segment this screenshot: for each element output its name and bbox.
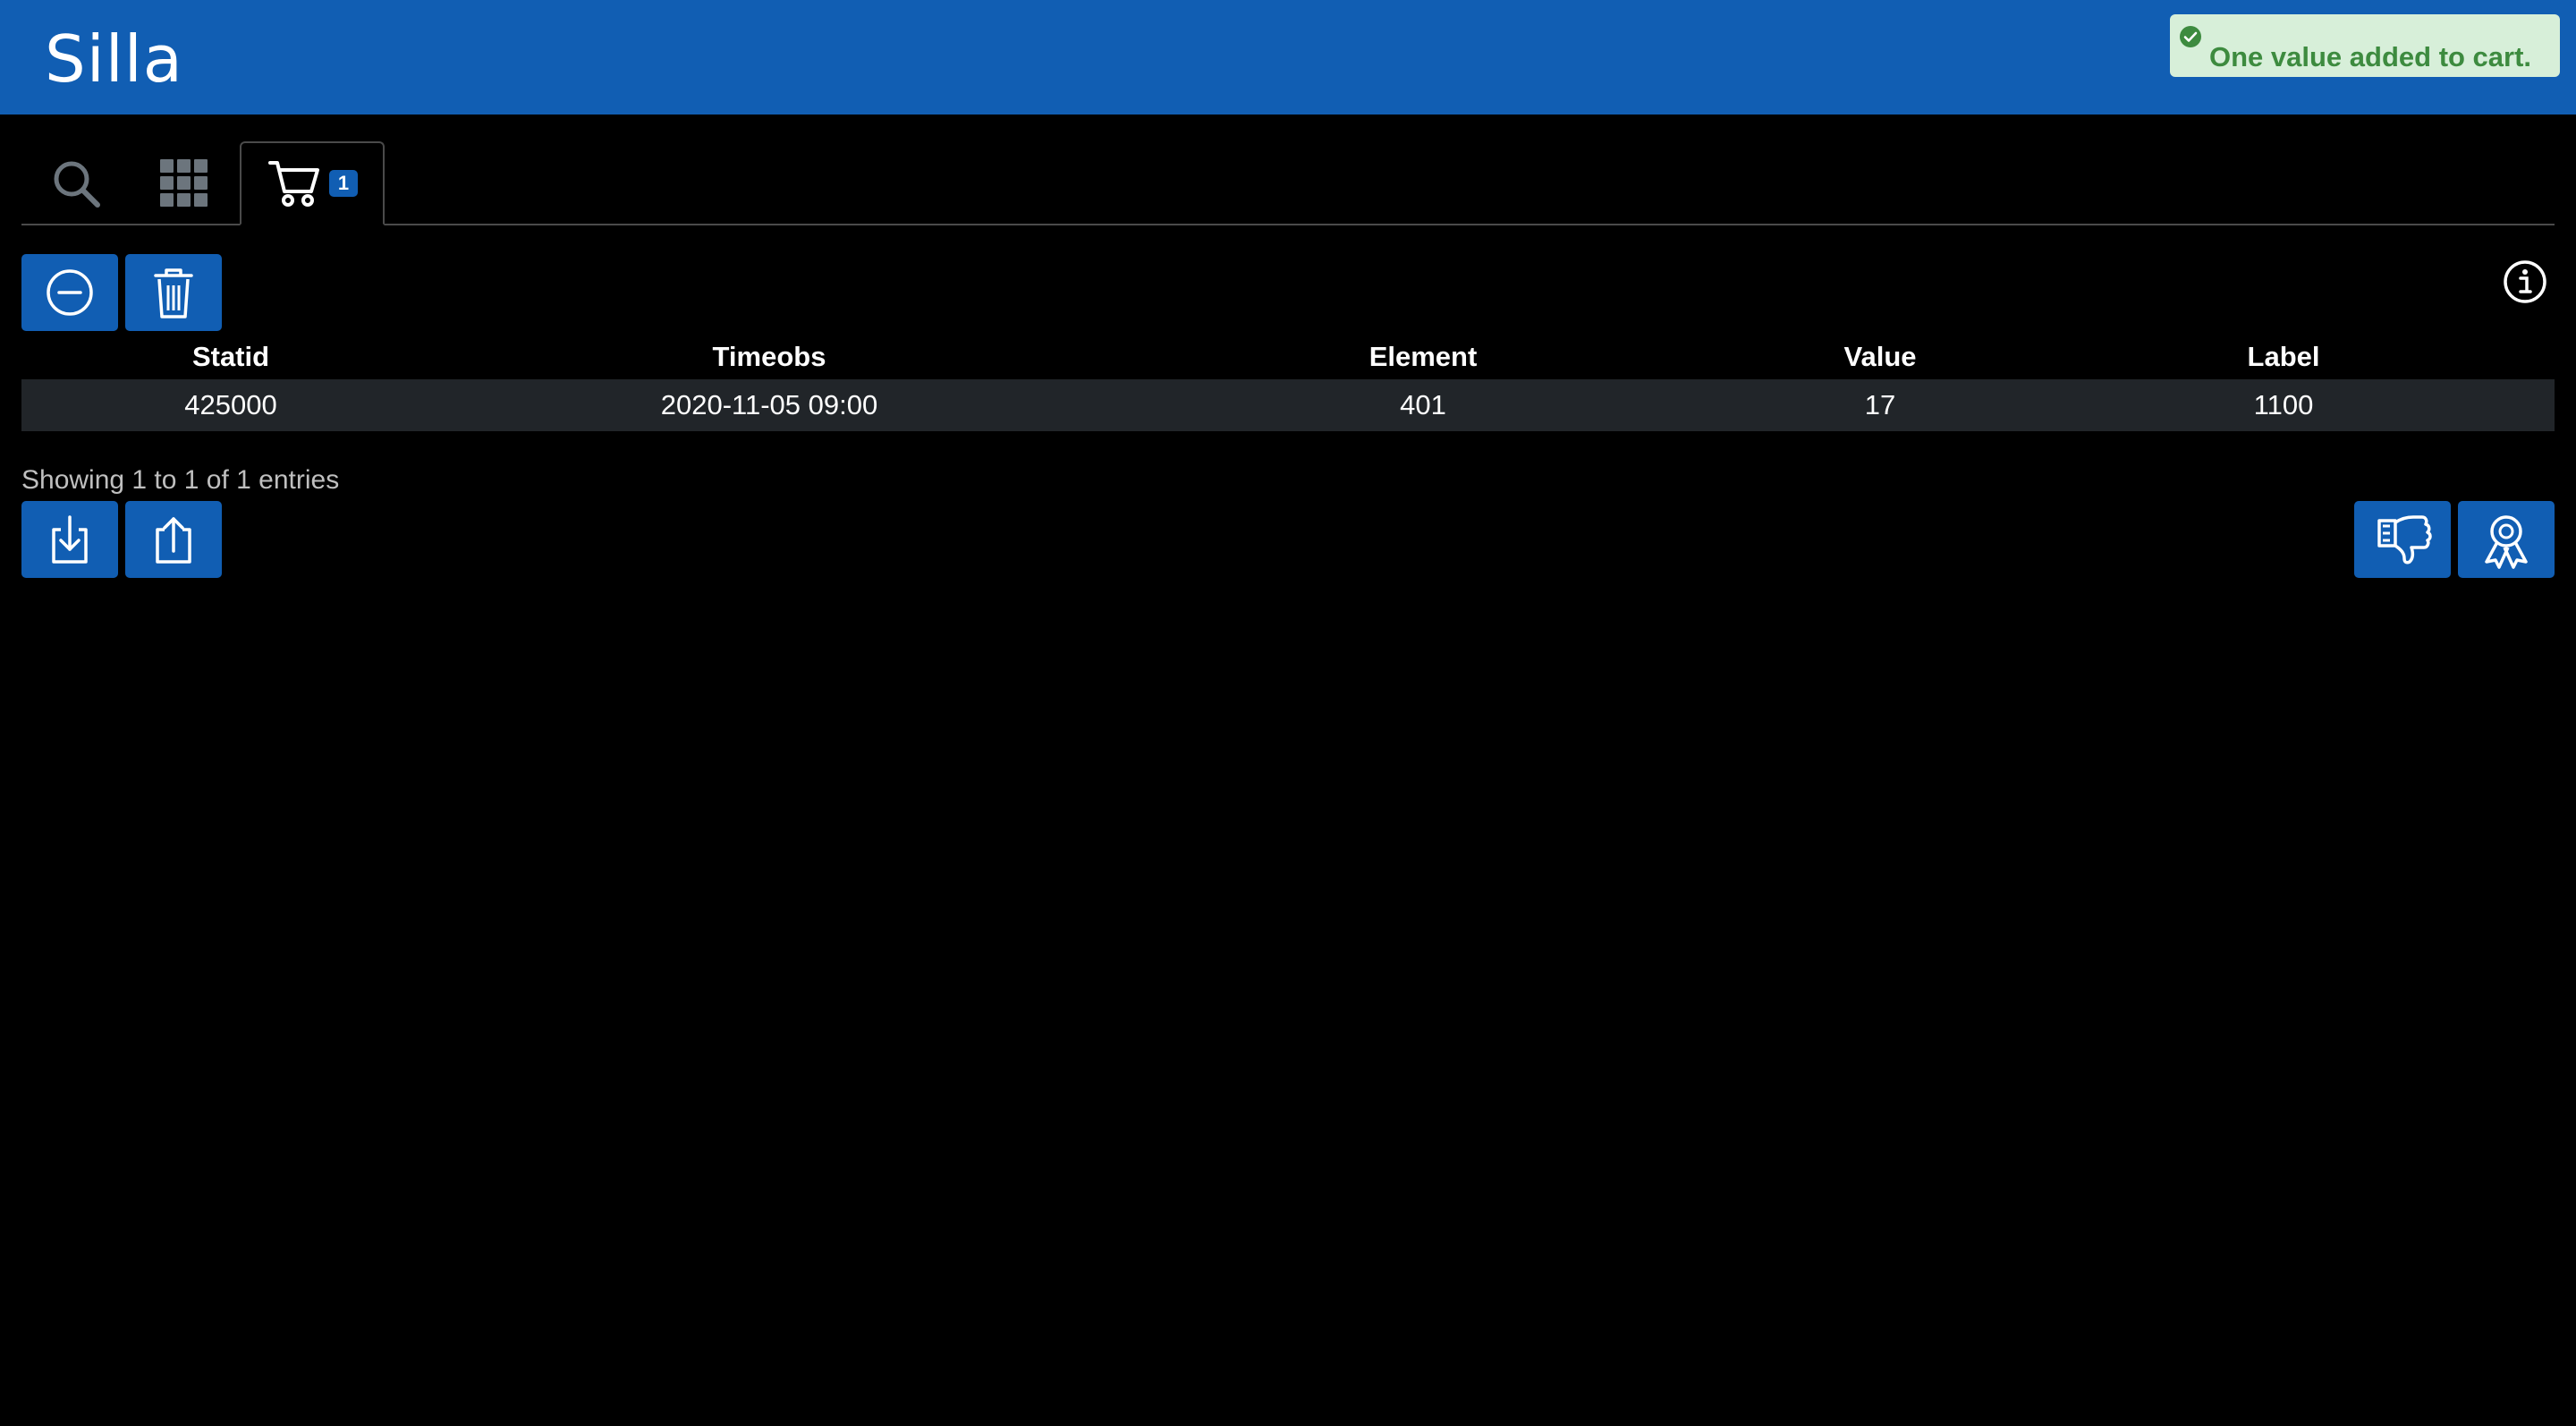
table-header-row: Statid Timeobs Element Value Label [21, 335, 2555, 379]
check-circle-icon [2180, 26, 2201, 47]
tab-search[interactable] [41, 141, 113, 224]
grid-icon [160, 159, 208, 207]
info-icon[interactable] [2503, 259, 2547, 304]
cart-icon [268, 161, 319, 207]
cart-count-badge: 1 [329, 170, 358, 197]
upload-icon [156, 517, 191, 564]
cell-statid: 425000 [21, 379, 440, 431]
column-header-element[interactable]: Element [1098, 335, 1748, 379]
remove-from-cart-button[interactable] [21, 254, 118, 331]
column-header-label[interactable]: Label [2012, 335, 2555, 379]
search-icon [54, 161, 100, 208]
column-header-value[interactable]: Value [1748, 335, 2012, 379]
award-icon [2485, 515, 2528, 569]
toast-notification: One value added to cart. [2170, 14, 2560, 77]
trash-icon [154, 268, 193, 318]
cell-timeobs: 2020-11-05 09:00 [440, 379, 1098, 431]
cart-table: Statid Timeobs Element Value Label 42500… [21, 335, 2555, 431]
download-button[interactable] [21, 501, 118, 578]
upload-button[interactable] [125, 501, 222, 578]
table-entries-info: Showing 1 to 1 of 1 entries [21, 465, 340, 495]
tab-bar: 1 [21, 141, 2555, 225]
minus-circle-icon [47, 269, 93, 316]
toast-message: One value added to cart. [2209, 41, 2532, 72]
tab-cart[interactable]: 1 [240, 141, 385, 225]
approve-button[interactable] [2458, 501, 2555, 578]
brand-logo[interactable]: Silla [45, 20, 183, 98]
cell-element: 401 [1098, 379, 1748, 431]
top-navbar: Silla One value added to cart. [0, 0, 2576, 115]
tab-grid[interactable] [148, 141, 220, 224]
column-header-timeobs[interactable]: Timeobs [440, 335, 1098, 379]
table-row[interactable]: 425000 2020-11-05 09:00 401 17 1100 [21, 379, 2555, 431]
cell-value: 17 [1748, 379, 2012, 431]
column-header-statid[interactable]: Statid [21, 335, 440, 379]
thumbs-down-icon [2377, 515, 2432, 564]
download-icon [52, 515, 88, 564]
delete-button[interactable] [125, 254, 222, 331]
cell-label: 1100 [2012, 379, 2555, 431]
reject-button[interactable] [2354, 501, 2451, 578]
